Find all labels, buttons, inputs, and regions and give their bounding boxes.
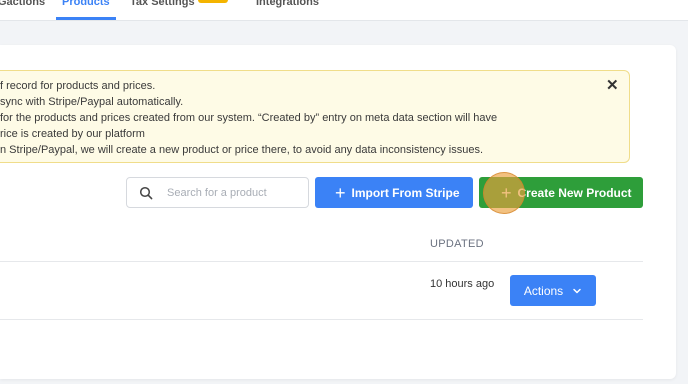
create-button-label: Create New Product (517, 185, 632, 200)
actions-label: Actions (523, 283, 564, 298)
import-from-stripe-button[interactable]: + Import From Stripe (315, 177, 473, 208)
updated-cell: 10 hours ago (430, 278, 495, 290)
tab-products[interactable]: Products (62, 0, 110, 8)
notice-line-5: n Stripe/Paypal, we will create a new pr… (0, 144, 484, 156)
tab-tax-settings[interactable]: Tax Settings (130, 0, 195, 8)
close-icon[interactable]: ✕ (606, 78, 619, 94)
table-header-divider (0, 261, 643, 262)
search-input[interactable] (167, 184, 302, 202)
import-button-label: Import From Stripe (351, 185, 460, 200)
tab-integrations[interactable]: Integrations (256, 0, 319, 8)
notice-line-2: sync with Stripe/Paypal automatically. (0, 96, 184, 108)
search-icon (139, 186, 153, 200)
actions-dropdown-button[interactable]: Actions (510, 275, 596, 306)
top-tab-bar: Gactions Products Tax Settings Integrati… (0, 0, 688, 21)
product-search[interactable] (126, 177, 309, 208)
tax-settings-badge (198, 0, 228, 3)
updated-column-header: UPDATED (430, 238, 484, 250)
plus-icon: + (335, 182, 346, 203)
notice-line-1: f record for products and prices. (0, 80, 156, 92)
notice-line-3: for the products and prices created from… (0, 112, 498, 124)
tab-transactions[interactable]: Gactions (0, 0, 45, 8)
plus-icon: + (501, 182, 512, 203)
notice-line-4: rice is created by our platform (0, 128, 145, 140)
table-row-divider (0, 319, 643, 320)
chevron-down-icon (573, 288, 581, 293)
create-new-product-button[interactable]: + Create New Product (479, 177, 643, 208)
active-tab-indicator (56, 17, 116, 20)
